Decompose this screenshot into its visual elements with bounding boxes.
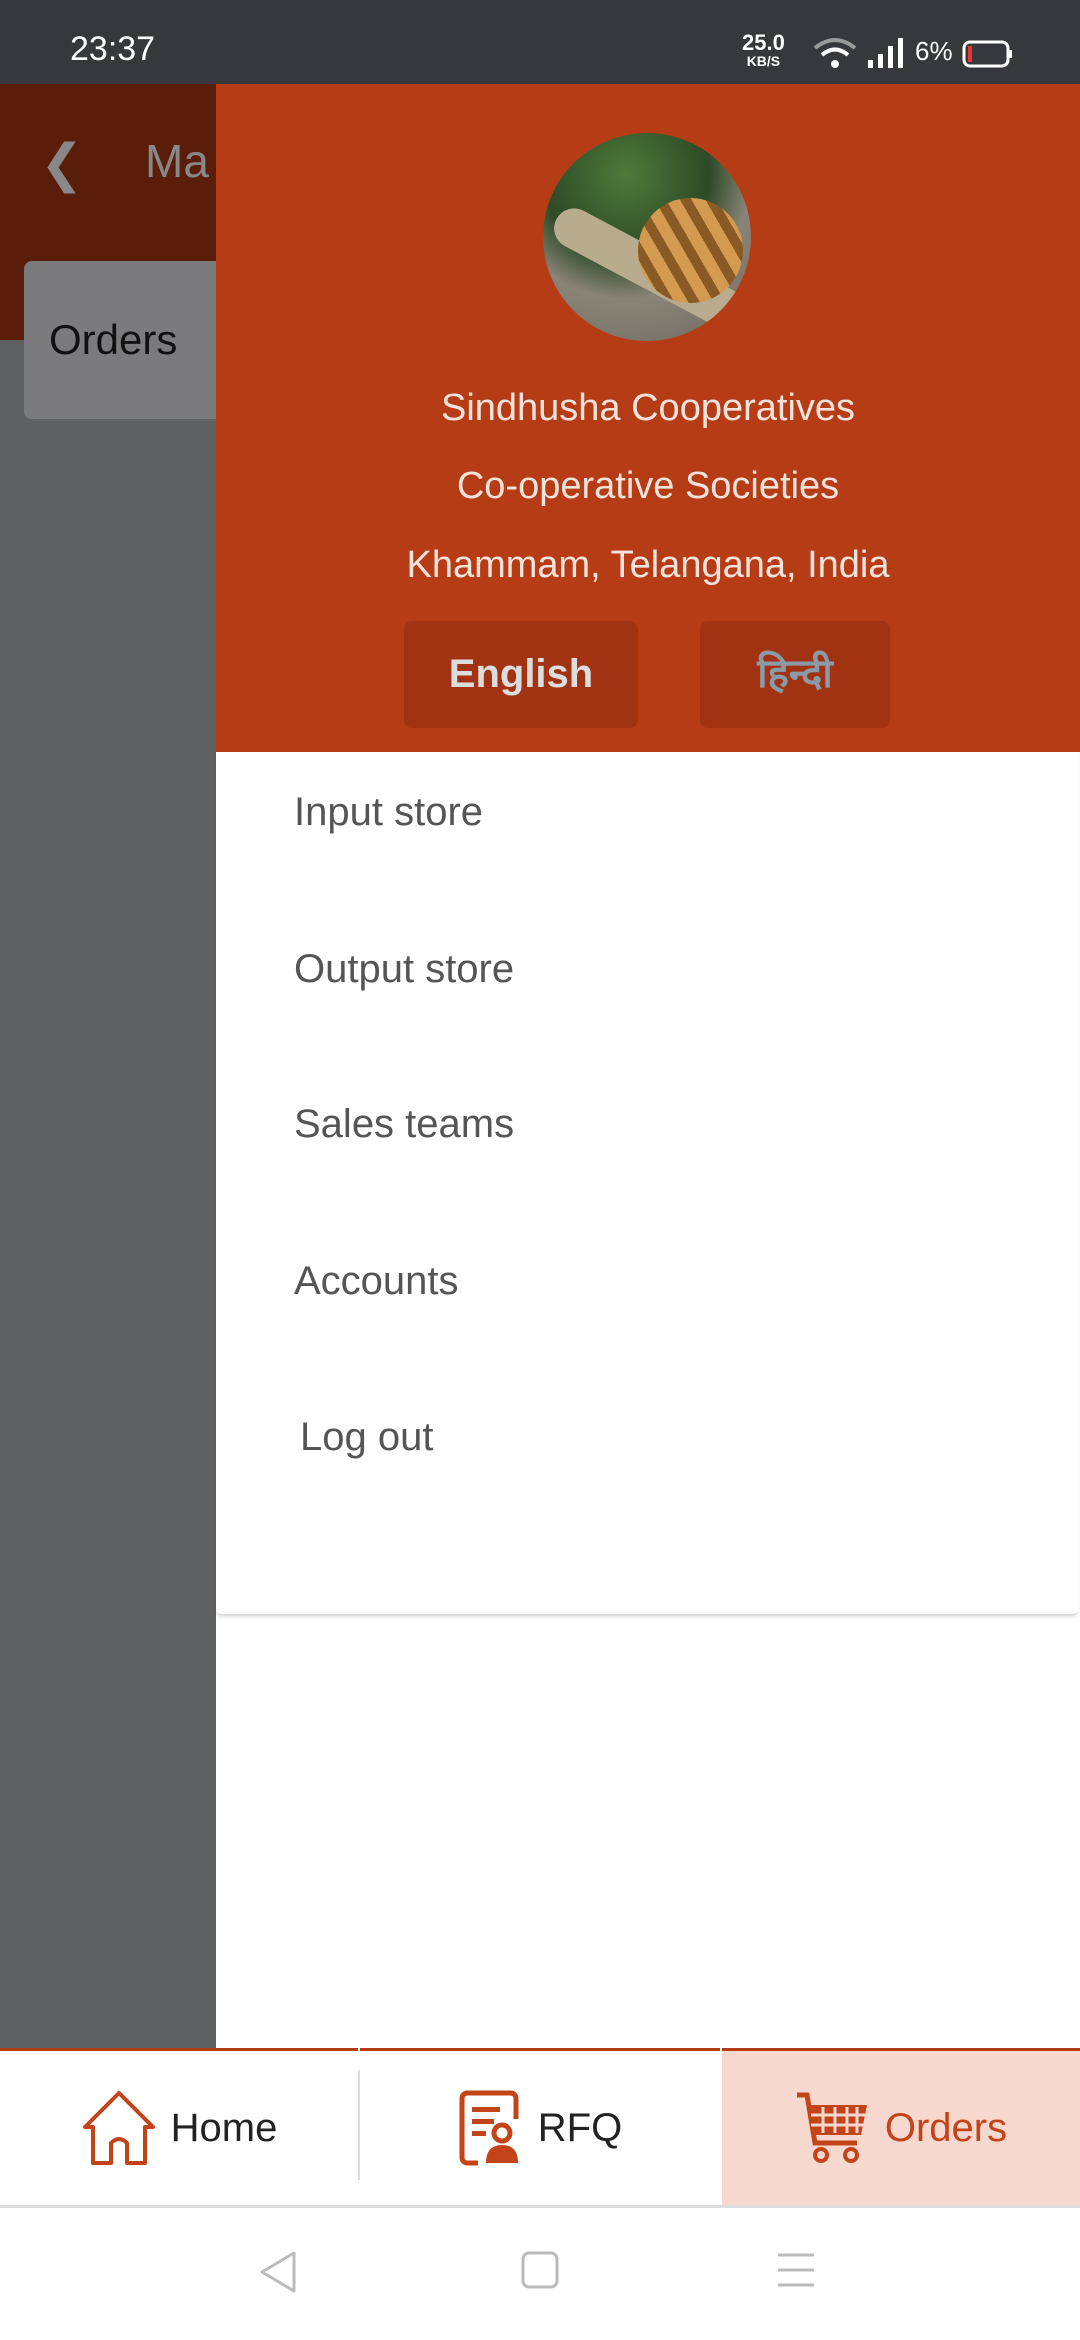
battery-icon (962, 40, 1012, 68)
menu-sales-teams[interactable]: Sales teams (294, 1102, 514, 1147)
system-home-icon[interactable] (520, 2250, 560, 2290)
signal-icon (868, 38, 903, 68)
cart-icon (796, 2092, 867, 2163)
orders-card-label: Orders (49, 316, 178, 363)
avatar (543, 133, 751, 341)
navigation-drawer: Sindhusha Cooperatives Co-operative Soci… (216, 84, 1080, 2048)
clock: 23:37 (70, 30, 156, 68)
menu-log-out[interactable]: Log out (300, 1415, 433, 1460)
tab-rfq-label: RFQ (537, 2105, 623, 2150)
menu-accounts[interactable]: Accounts (294, 1259, 459, 1304)
net-speed: 25.0 KB/S (742, 32, 785, 70)
org-location: Khammam, Telangana, India (406, 544, 890, 586)
org-type: Co-operative Societies (456, 465, 840, 507)
wifi-icon (813, 38, 857, 68)
bottom-navigation: Home RFQ Orders (0, 2048, 1080, 2208)
page-title: Ma (145, 135, 209, 187)
drawer-menu: Input store Output store Sales teams Acc… (216, 752, 1078, 1616)
org-name: Sindhusha Cooperatives (440, 387, 856, 429)
net-speed-unit: KB/S (746, 53, 781, 69)
system-navigation (0, 2208, 1080, 2340)
home-icon (82, 2091, 155, 2165)
tab-rfq[interactable]: RFQ (360, 2048, 720, 2205)
status-bar: 23:37 25.0 KB/S 6% (0, 0, 1080, 84)
system-menu-icon[interactable] (776, 2252, 816, 2288)
orders-card[interactable]: Orders (24, 261, 216, 419)
tab-orders-label: Orders (884, 2105, 1008, 2150)
hindi-button[interactable]: हिन्दी (700, 621, 890, 728)
tab-home-label: Home (170, 2105, 278, 2150)
menu-output-store[interactable]: Output store (294, 947, 514, 992)
english-button[interactable]: English (404, 621, 638, 728)
battery-percent: 6% (915, 36, 953, 66)
drawer-header: Sindhusha Cooperatives Co-operative Soci… (216, 84, 1080, 752)
back-icon[interactable]: ❮ (40, 134, 84, 194)
system-back-icon[interactable] (258, 2250, 298, 2294)
rfq-document-user-icon (459, 2090, 519, 2166)
tab-home[interactable]: Home (0, 2048, 358, 2205)
tab-orders[interactable]: Orders (722, 2048, 1080, 2205)
menu-input-store[interactable]: Input store (294, 790, 483, 835)
